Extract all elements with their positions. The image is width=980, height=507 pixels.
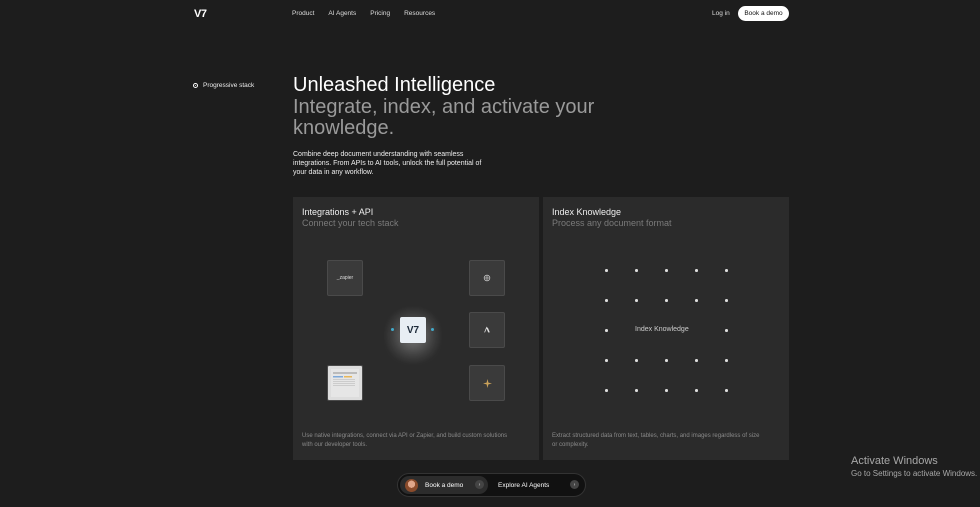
activate-windows-watermark: Activate Windows Go to Settings to activ…	[851, 455, 977, 478]
arrow-icon: ›	[475, 480, 484, 489]
index-knowledge-center-label: Index Knowledge	[635, 326, 689, 333]
grid-dot	[725, 389, 728, 392]
explore-ai-agents-link[interactable]: Explore AI Agents	[498, 482, 549, 489]
connector-dot-right	[431, 328, 434, 331]
anthropic-icon	[484, 326, 490, 333]
grid-dot	[665, 299, 668, 302]
book-demo-button[interactable]: Book a demo	[738, 6, 789, 21]
grid-dot	[605, 389, 608, 392]
bottom-cta-bar: Book a demo › Explore AI Agents ›	[397, 473, 586, 497]
spreadsheet-thumbnail-icon	[331, 369, 359, 397]
page-subtitle: Integrate, index, and activate your know…	[293, 96, 595, 139]
card-footer: Use native integrations, connect via API…	[302, 433, 508, 448]
sparkle-icon	[482, 378, 492, 388]
openai-tile	[469, 260, 505, 296]
grid-dot	[695, 359, 698, 362]
openai-icon	[483, 274, 491, 282]
login-link[interactable]: Log in	[712, 10, 730, 17]
nav-links: Product AI Agents Pricing Resources	[292, 10, 435, 17]
grid-dot	[635, 269, 638, 272]
grid-dot	[695, 269, 698, 272]
book-demo-pill-label: Book a demo	[425, 481, 464, 489]
zapier-tile: _zapier	[327, 260, 363, 296]
nav-link-ai-agents[interactable]: AI Agents	[328, 10, 356, 17]
grid-dot	[665, 389, 668, 392]
side-label-text: Progressive stack	[203, 82, 255, 89]
card-title: Index Knowledge	[552, 207, 622, 217]
grid-dot	[605, 299, 608, 302]
avatar	[405, 478, 418, 492]
grid-dot	[695, 389, 698, 392]
anthropic-tile	[469, 312, 505, 348]
grid-dot	[605, 359, 608, 362]
grid-dot	[635, 299, 638, 302]
hero-description: Combine deep document understanding with…	[293, 151, 482, 176]
grid-dot	[725, 329, 728, 332]
radio-dot-icon	[193, 83, 198, 88]
v7-center-tile: V7	[400, 317, 426, 343]
grid-dot	[695, 299, 698, 302]
arrow-icon[interactable]: ›	[570, 480, 579, 489]
grid-dot	[665, 269, 668, 272]
zapier-logo: _zapier	[336, 275, 354, 281]
card-subtitle: Connect your tech stack	[302, 218, 399, 228]
grid-dot	[725, 359, 728, 362]
card-subtitle: Process any document format	[552, 218, 672, 228]
index-knowledge-card: Index Knowledge Process any document for…	[543, 197, 789, 460]
v7-logo[interactable]: V7	[194, 8, 207, 20]
activate-windows-title: Activate Windows	[851, 455, 938, 467]
grid-dot	[665, 359, 668, 362]
grid-dot	[635, 359, 638, 362]
grid-dot	[725, 299, 728, 302]
page-title: Unleashed Intelligence	[293, 74, 496, 96]
grid-dot	[635, 389, 638, 392]
grid-dot	[725, 269, 728, 272]
book-demo-pill[interactable]: Book a demo ›	[400, 476, 488, 494]
nav-link-product[interactable]: Product	[292, 10, 314, 17]
activate-windows-subtitle: Go to Settings to activate Windows.	[851, 469, 978, 478]
sparkle-tile	[469, 365, 505, 401]
card-footer: Extract structured data from text, table…	[552, 433, 760, 448]
top-nav: V7 Product AI Agents Pricing Resources L…	[0, 0, 980, 28]
progressive-stack-label[interactable]: Progressive stack	[193, 82, 254, 89]
spreadsheet-tile	[327, 365, 363, 401]
card-title: Integrations + API	[302, 207, 374, 217]
grid-dot	[605, 329, 608, 332]
integrations-card: Integrations + API Connect your tech sta…	[293, 197, 539, 460]
connector-dot-left	[391, 328, 394, 331]
grid-dot	[605, 269, 608, 272]
nav-link-resources[interactable]: Resources	[404, 10, 435, 17]
nav-link-pricing[interactable]: Pricing	[370, 10, 390, 17]
